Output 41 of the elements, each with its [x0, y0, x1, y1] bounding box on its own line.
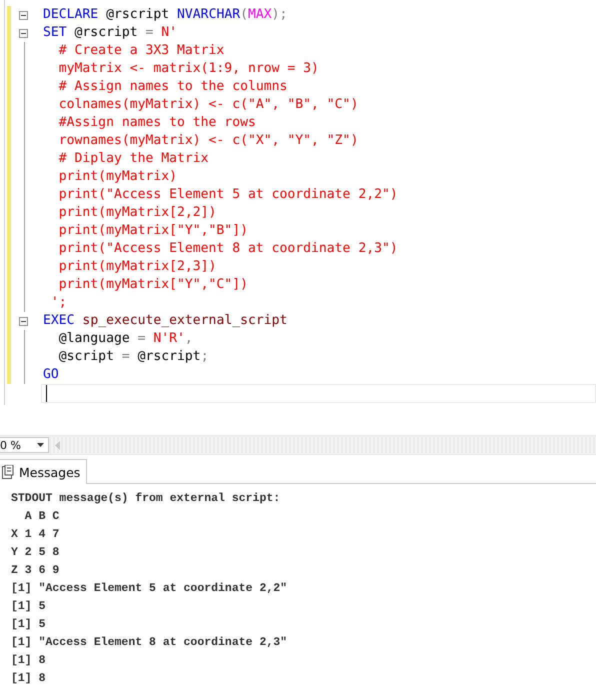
message-line: Z 3 6 9	[11, 563, 60, 579]
zoom-dropdown[interactable]: 0 %	[0, 437, 49, 453]
message-line: [1] "Access Element 8 at coordinate 2,3"	[11, 635, 288, 651]
code-line: ';	[50, 294, 68, 312]
code-line: print(myMatrix)	[58, 168, 178, 186]
code-line: colnames(myMatrix) <- c("A", "B", "C")	[58, 96, 360, 114]
collapse-icon[interactable]	[18, 10, 28, 20]
text-cursor	[46, 385, 47, 402]
horizontal-scrollbar[interactable]	[49, 437, 596, 453]
code-line: rownames(myMatrix) <- c("X", "Y", "Z")	[58, 132, 360, 150]
code-line: SET @rscript = N'	[43, 24, 178, 42]
code-line: # Create a 3X3 Matrix	[58, 42, 226, 60]
document-icon	[2, 465, 14, 479]
collapse-icon[interactable]	[18, 316, 28, 326]
code-line: print(myMatrix[2,2])	[58, 204, 218, 222]
message-line: [1] 5	[11, 599, 47, 615]
code-line: myMatrix <- matrix(1:9, nrow = 3)	[58, 60, 320, 78]
code-line: print("Access Element 8 at coordinate 2,3")	[58, 240, 398, 258]
message-line: [1] 8	[11, 653, 47, 669]
code-line: EXEC sp_execute_external_script	[43, 312, 288, 330]
code-line: GO	[43, 366, 60, 384]
message-line: X 1 4 7	[11, 527, 60, 543]
code-line: print(myMatrix[2,3])	[58, 258, 218, 276]
code-line: print(myMatrix["Y","C"])	[58, 276, 249, 294]
code-line: print(myMatrix["Y","B"])	[58, 222, 249, 240]
code-line: #Assign names to the rows	[58, 114, 257, 132]
message-line: [1] 8	[11, 671, 47, 687]
code-line: print("Access Element 5 at coordinate 2,2")	[58, 186, 398, 204]
code-line: # Assign names to the columns	[58, 78, 288, 96]
message-line: Y 2 5 8	[11, 545, 60, 561]
results-tab[interactable]: Messages	[0, 459, 88, 484]
message-line: [1] "Access Element 5 at coordinate 2,2"	[11, 581, 288, 597]
collapse-icon[interactable]	[18, 28, 28, 38]
caret-icon	[37, 443, 44, 447]
message-line: [1] 5	[11, 617, 47, 633]
message-line: STDOUT message(s) from external script:	[11, 491, 282, 507]
code-line: # Diplay the Matrix	[58, 150, 210, 168]
code-line: @script = @rscript;	[58, 348, 210, 366]
code-line: @language = N'R',	[58, 330, 194, 348]
code-line: DECLARE @rscript NVARCHAR(MAX);	[43, 6, 288, 24]
message-line: A B C	[24, 509, 60, 525]
